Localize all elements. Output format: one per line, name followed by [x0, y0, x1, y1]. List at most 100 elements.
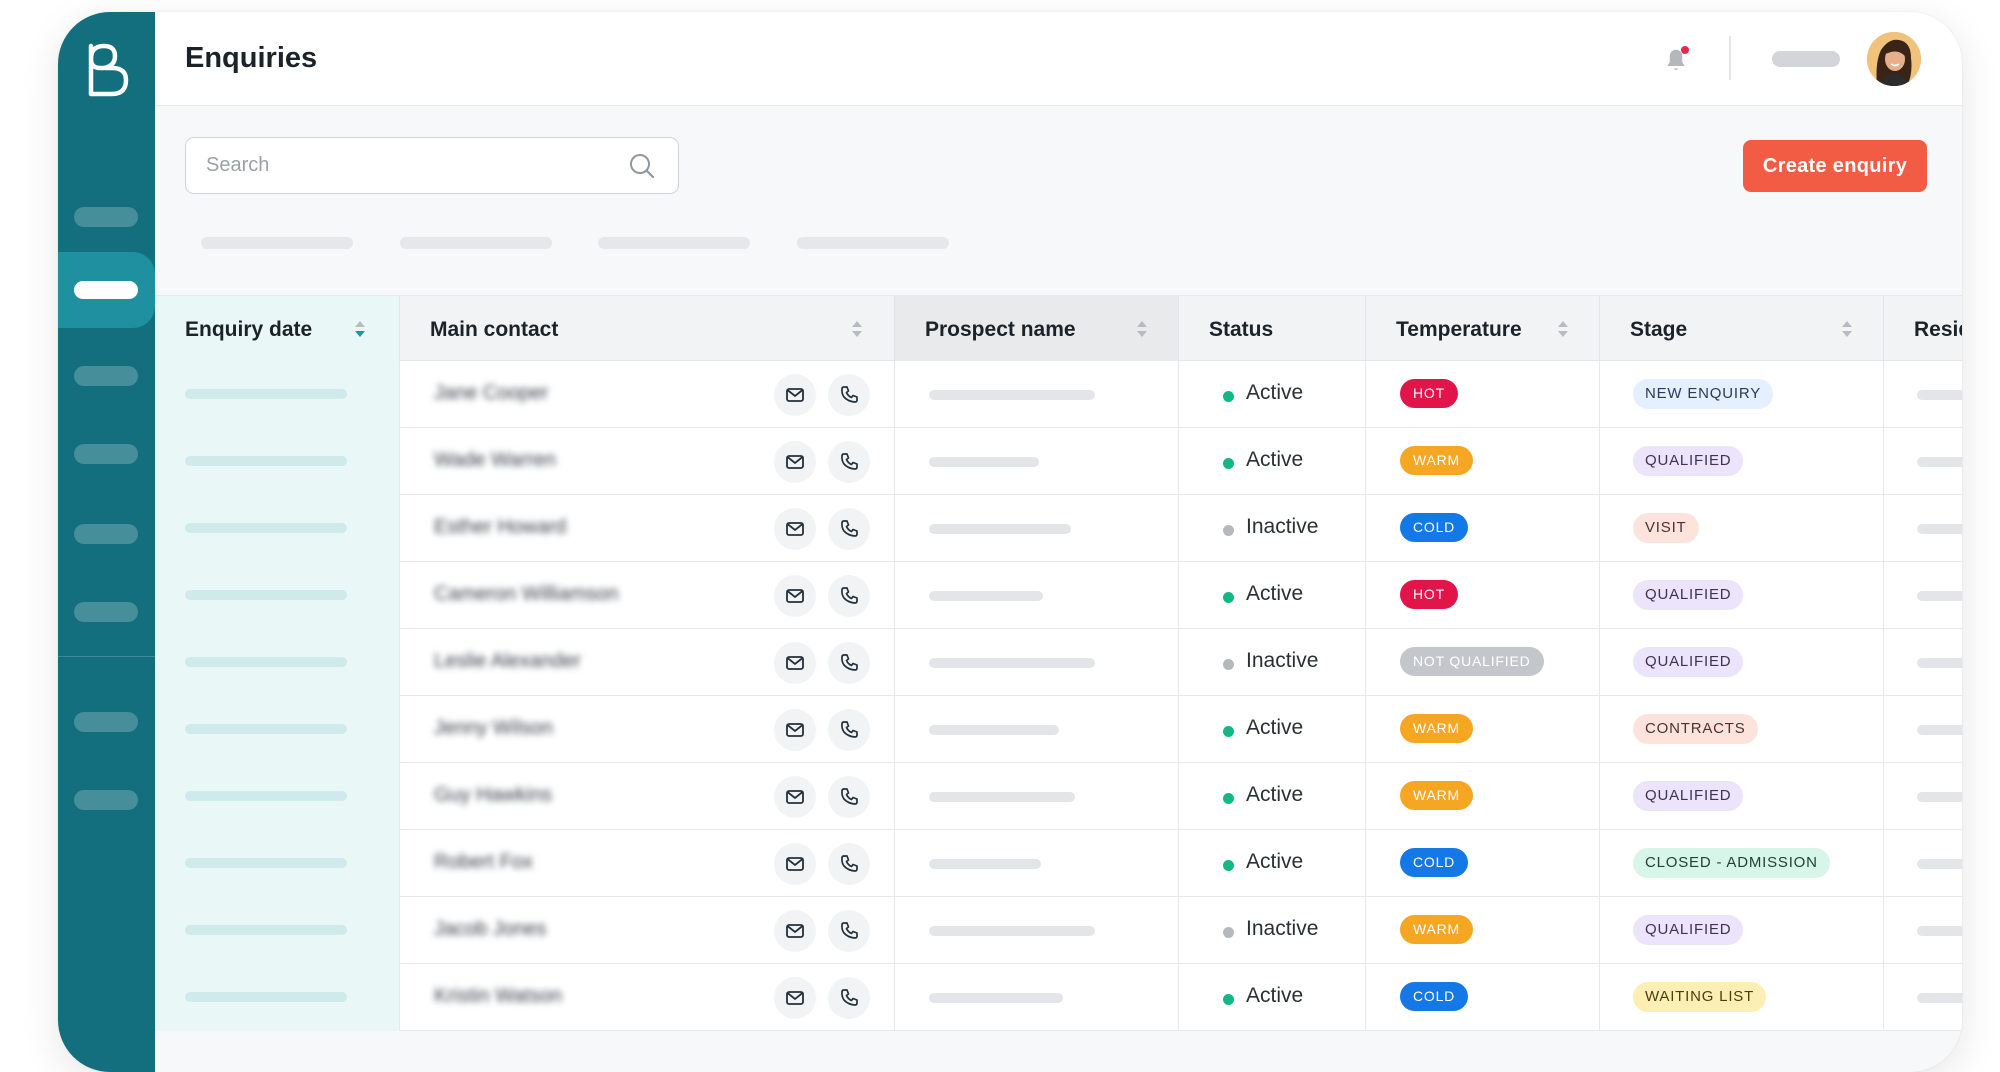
cell-resid: [1884, 495, 1962, 562]
table-row[interactable]: Guy Hawkins Active WARM QUALIFIED: [155, 763, 1962, 830]
sidebar-item-enquiries[interactable]: [58, 252, 155, 328]
status-dot: [1223, 659, 1234, 670]
email-button[interactable]: [774, 776, 816, 818]
email-button[interactable]: [774, 709, 816, 751]
table-row[interactable]: Wade Warren Active WARM QUALIFIED: [155, 428, 1962, 495]
cell-temperature: COLD: [1366, 964, 1600, 1031]
filter-tab-1[interactable]: [201, 237, 353, 249]
sidebar-item-3[interactable]: [74, 366, 138, 386]
contact-name[interactable]: Esther Howard: [434, 516, 566, 539]
sidebar-item-4[interactable]: [74, 444, 138, 464]
call-button[interactable]: [828, 575, 870, 617]
cell-enquiry-date: [155, 361, 400, 428]
cell-status: Inactive: [1179, 897, 1366, 964]
prospect-placeholder: [929, 993, 1063, 1003]
sort-icon[interactable]: [1840, 318, 1854, 340]
sort-icon[interactable]: [1135, 318, 1149, 340]
cell-prospect-name: [895, 361, 1179, 428]
table-row[interactable]: Esther Howard Inactive COLD VISIT: [155, 495, 1962, 562]
search-input[interactable]: [206, 138, 606, 192]
search-icon[interactable]: [628, 152, 656, 180]
status-dot: [1223, 726, 1234, 737]
filter-tab-3[interactable]: [598, 237, 750, 249]
column-header-resid[interactable]: Resid: [1884, 296, 1962, 362]
table-row[interactable]: Robert Fox Active COLD CLOSED - ADMISSIO…: [155, 830, 1962, 897]
email-button[interactable]: [774, 441, 816, 483]
sort-icon-active[interactable]: [353, 318, 367, 340]
cell-main-contact: Cameron Williamson: [400, 562, 895, 629]
header-divider: [1729, 36, 1731, 80]
contact-name[interactable]: Kristin Watson: [434, 985, 562, 1008]
sort-icon[interactable]: [1556, 318, 1570, 340]
avatar[interactable]: [1867, 32, 1921, 86]
cell-temperature: HOT: [1366, 562, 1600, 629]
search-box[interactable]: [185, 137, 679, 194]
call-button[interactable]: [828, 776, 870, 818]
sidebar-item-5[interactable]: [74, 524, 138, 544]
table-row[interactable]: Jacob Jones Inactive WARM QUALIFIED: [155, 897, 1962, 964]
table-row[interactable]: Kristin Watson Active COLD WAITING LIST: [155, 964, 1962, 1031]
call-button[interactable]: [828, 910, 870, 952]
table-row[interactable]: Cameron Williamson Active HOT QUALIFIED: [155, 562, 1962, 629]
column-header-status[interactable]: Status: [1179, 296, 1366, 362]
cell-enquiry-date: [155, 696, 400, 763]
contact-name[interactable]: Guy Hawkins: [434, 784, 552, 807]
column-header-stage[interactable]: Stage: [1600, 296, 1884, 362]
email-button[interactable]: [774, 977, 816, 1019]
column-label: Status: [1209, 318, 1274, 341]
column-header-prospect-name[interactable]: Prospect name: [895, 296, 1179, 362]
cell-temperature: COLD: [1366, 495, 1600, 562]
brand-logo[interactable]: [82, 40, 132, 100]
email-button[interactable]: [774, 910, 816, 952]
email-button[interactable]: [774, 508, 816, 550]
contact-name[interactable]: Jenny Wilson: [434, 717, 553, 740]
column-label: Resid: [1914, 318, 1962, 341]
sort-icon[interactable]: [850, 318, 864, 340]
column-header-enquiry-date[interactable]: Enquiry date: [155, 296, 400, 362]
table-row[interactable]: Leslie Alexander Inactive NOT QUALIFIED …: [155, 629, 1962, 696]
user-name-placeholder[interactable]: [1772, 51, 1840, 67]
table-row[interactable]: Jenny Wilson Active WARM CONTRACTS: [155, 696, 1962, 763]
filter-tab-2[interactable]: [400, 237, 552, 249]
date-placeholder: [185, 389, 347, 399]
sidebar-item-8[interactable]: [74, 790, 138, 810]
email-button[interactable]: [774, 642, 816, 684]
table-row[interactable]: Jane Cooper Active HOT NEW ENQUIRY: [155, 361, 1962, 428]
call-button[interactable]: [828, 709, 870, 751]
temperature-badge: HOT: [1400, 379, 1458, 408]
email-button[interactable]: [774, 575, 816, 617]
create-enquiry-button[interactable]: Create enquiry: [1743, 140, 1927, 192]
call-button[interactable]: [828, 642, 870, 684]
cell-status: Active: [1179, 964, 1366, 1031]
contact-name[interactable]: Wade Warren: [434, 449, 556, 472]
cell-stage: VISIT: [1600, 495, 1884, 562]
contact-name[interactable]: Jane Cooper: [434, 382, 549, 405]
email-button[interactable]: [774, 843, 816, 885]
call-button[interactable]: [828, 441, 870, 483]
cell-enquiry-date: [155, 562, 400, 629]
filter-tab-4[interactable]: [797, 237, 949, 249]
call-button[interactable]: [828, 843, 870, 885]
column-header-temperature[interactable]: Temperature: [1366, 296, 1600, 362]
contact-name[interactable]: Cameron Williamson: [434, 583, 619, 606]
status-text: Active: [1246, 850, 1304, 873]
cell-enquiry-date: [155, 897, 400, 964]
call-button[interactable]: [828, 508, 870, 550]
sidebar-item-6[interactable]: [74, 602, 138, 622]
cell-prospect-name: [895, 897, 1179, 964]
sidebar-item-7[interactable]: [74, 712, 138, 732]
stage-badge: QUALIFIED: [1633, 647, 1744, 677]
app-window: Enquiries Create enquiry: [58, 12, 1962, 1072]
contact-name[interactable]: Jacob Jones: [434, 918, 546, 941]
contact-name[interactable]: Leslie Alexander: [434, 650, 581, 673]
column-header-main-contact[interactable]: Main contact: [400, 296, 895, 362]
contact-name[interactable]: Robert Fox: [434, 851, 533, 874]
sidebar-item-1[interactable]: [74, 207, 138, 227]
stage-badge: VISIT: [1633, 513, 1699, 543]
call-button[interactable]: [828, 374, 870, 416]
cell-enquiry-date: [155, 830, 400, 897]
email-button[interactable]: [774, 374, 816, 416]
call-button[interactable]: [828, 977, 870, 1019]
column-label: Temperature: [1396, 318, 1522, 341]
cell-temperature: WARM: [1366, 696, 1600, 763]
